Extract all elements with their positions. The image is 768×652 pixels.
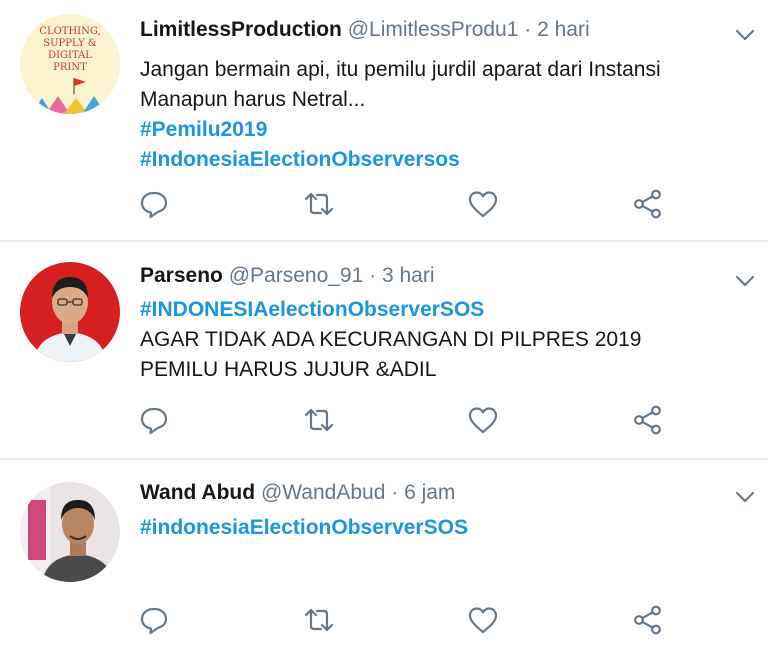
heart-icon[interactable] — [466, 603, 500, 637]
tweet-text: #indonesiaElectionObserverSOS — [140, 513, 750, 543]
avatar-wandabud[interactable] — [20, 482, 120, 582]
tweet-feed: CLOTHING, SUPPLY & DIGITAL PRINT Limitle… — [0, 0, 768, 652]
hashtag-link[interactable]: #Pemilu2019 — [140, 115, 750, 145]
tweet-actions — [0, 603, 768, 637]
dot-separator: · — [391, 481, 399, 504]
reply-icon[interactable] — [137, 187, 171, 221]
handle[interactable]: @LimitlessProdu1 — [348, 18, 519, 41]
svg-text:SUPPLY &: SUPPLY & — [43, 38, 97, 49]
chevron-down-icon[interactable] — [734, 490, 756, 504]
timestamp[interactable]: 3 hari — [382, 264, 435, 287]
dot-separator: · — [369, 264, 377, 287]
tweet-text-line: AGAR TIDAK ADA KECURANGAN DI PILPRES 201… — [140, 328, 642, 351]
timestamp[interactable]: 2 hari — [537, 18, 590, 41]
retweet-icon[interactable] — [302, 187, 336, 221]
svg-text:PRINT: PRINT — [53, 62, 87, 73]
retweet-icon[interactable] — [302, 403, 336, 437]
hashtag-link[interactable]: #IndonesiaElectionObserversos — [140, 145, 750, 175]
tweet-actions — [0, 403, 768, 437]
retweet-icon[interactable] — [302, 603, 336, 637]
tweet-text-line: PEMILU HARUS JUJUR &ADIL — [140, 358, 437, 381]
heart-icon[interactable] — [466, 403, 500, 437]
tweet-header: Parseno @Parseno_91 · 3 hari — [140, 262, 435, 290]
svg-text:CLOTHING,: CLOTHING, — [39, 26, 100, 37]
reply-icon[interactable] — [137, 403, 171, 437]
display-name[interactable]: Parseno — [140, 264, 223, 287]
share-icon[interactable] — [631, 403, 665, 437]
display-name[interactable]: Wand Abud — [140, 481, 255, 504]
tweet-header: Wand Abud @WandAbud · 6 jam — [140, 479, 455, 507]
dot-separator: · — [524, 18, 532, 41]
reply-icon[interactable] — [137, 603, 171, 637]
hashtag-link[interactable]: #indonesiaElectionObserverSOS — [140, 513, 750, 543]
hashtag-link[interactable]: #INDONESIAelectionObserverSOS — [140, 295, 750, 325]
chevron-down-icon[interactable] — [734, 28, 756, 42]
tweet-actions — [0, 187, 768, 221]
tweet-text: #INDONESIAelectionObserverSOS AGAR TIDAK… — [140, 295, 750, 385]
tweet-text-line: Jangan bermain api, itu pemilu jurdil ap… — [140, 58, 661, 81]
heart-icon[interactable] — [466, 187, 500, 221]
handle[interactable]: @Parseno_91 — [229, 264, 364, 287]
tweet-text-line: Manapun harus Netral... — [140, 88, 366, 111]
share-icon[interactable] — [631, 187, 665, 221]
tweet-text: Jangan bermain api, itu pemilu jurdil ap… — [140, 55, 750, 175]
handle[interactable]: @WandAbud — [261, 481, 385, 504]
display-name[interactable]: LimitlessProduction — [140, 18, 342, 41]
avatar-limitlessproduction[interactable]: CLOTHING, SUPPLY & DIGITAL PRINT — [20, 14, 120, 114]
tweet-header: LimitlessProduction @LimitlessProdu1 · 2… — [140, 16, 590, 44]
share-icon[interactable] — [631, 603, 665, 637]
chevron-down-icon[interactable] — [734, 274, 756, 288]
avatar-parseno[interactable] — [20, 262, 120, 362]
svg-text:DIGITAL: DIGITAL — [48, 50, 92, 61]
timestamp[interactable]: 6 jam — [404, 481, 455, 504]
